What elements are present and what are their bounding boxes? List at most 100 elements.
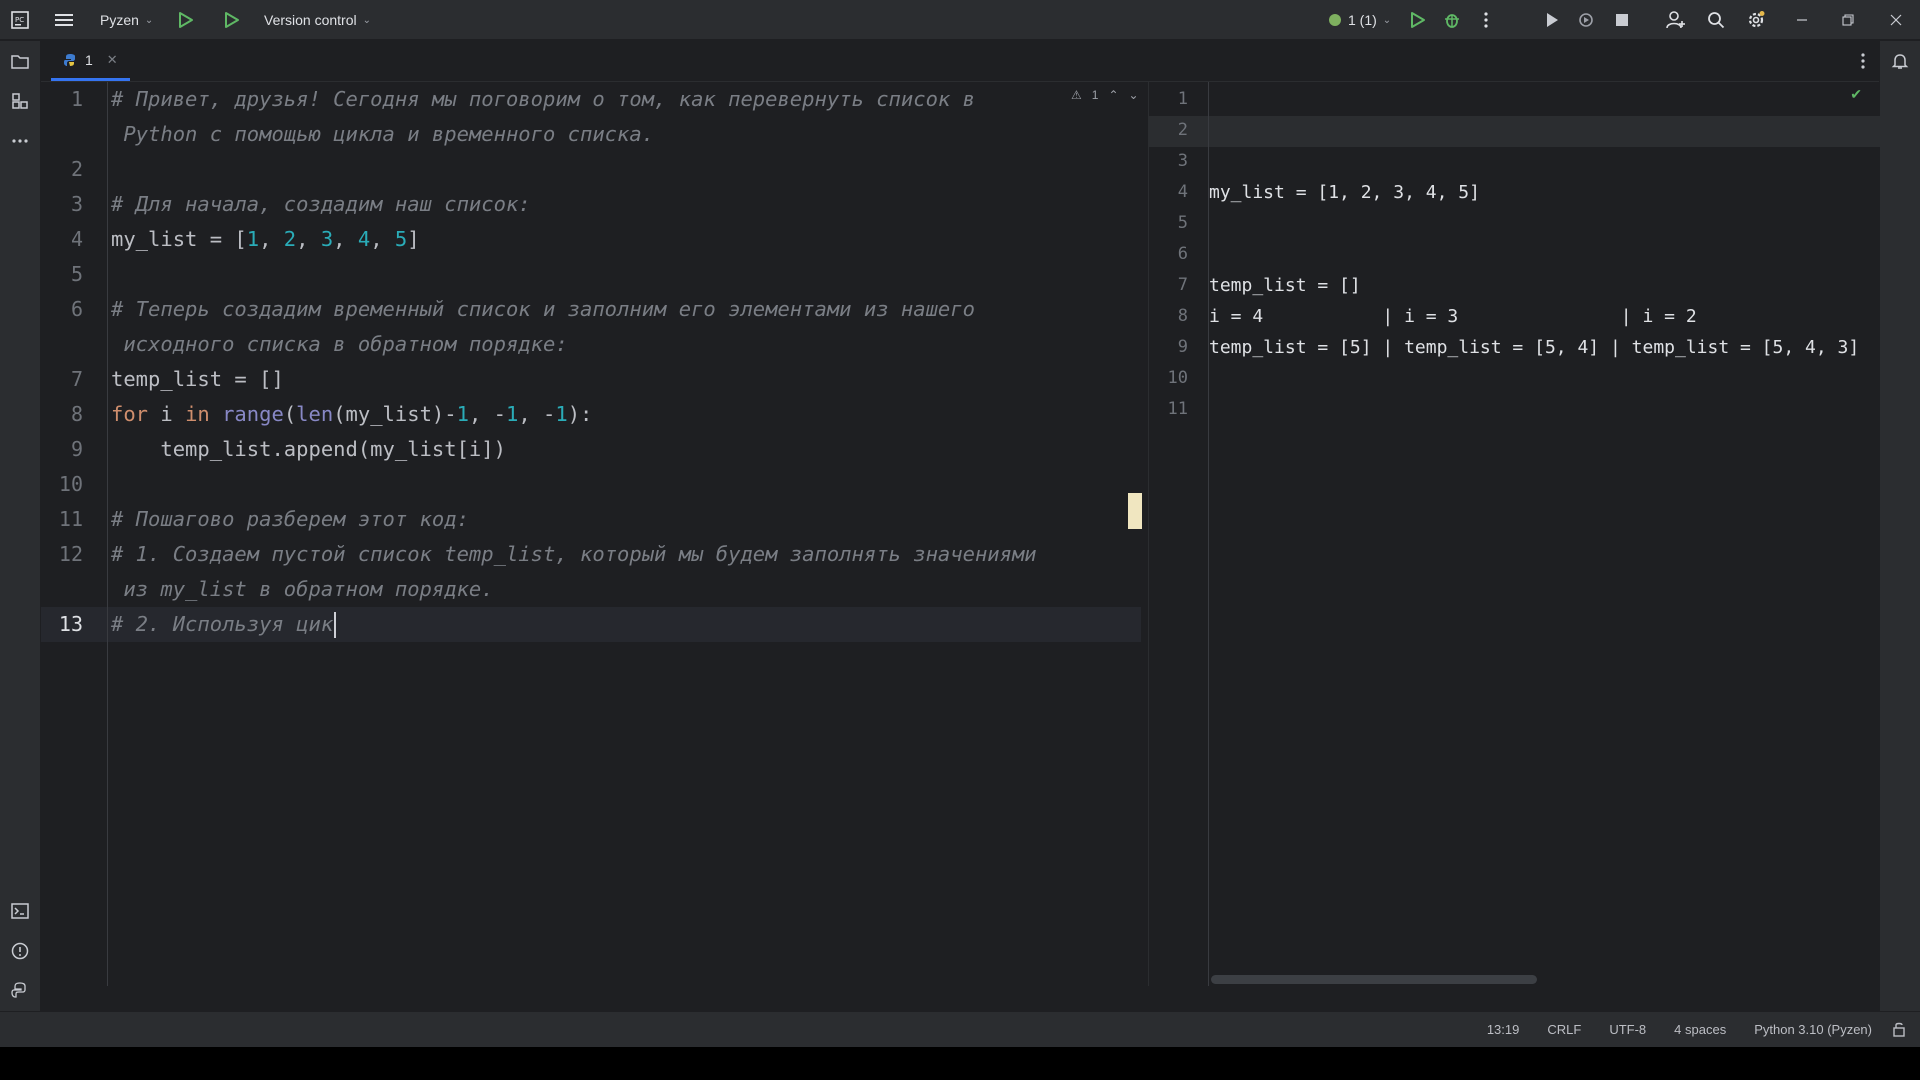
line-number: 3	[70, 192, 83, 216]
tab-options-icon[interactable]	[1851, 49, 1875, 73]
code-token: ,	[370, 227, 395, 251]
code-line[interactable]: temp_list = []	[111, 362, 284, 397]
code-token: 3	[320, 227, 334, 251]
chevron-down-icon[interactable]: ⌄	[1129, 88, 1139, 102]
more-tool-windows-icon[interactable]	[8, 129, 32, 153]
pycharm-logo-icon[interactable]: PC	[8, 8, 32, 32]
result-line: i = 4 | i = 3 | i = 2	[1209, 306, 1697, 327]
run-config-selector[interactable]: 1 (1) ⌄	[1328, 0, 1391, 40]
run-project-icon[interactable]	[174, 8, 198, 32]
code-editor[interactable]: 1 2 3 4 5 6 7 8 9 10 11 12 13 # Привет, друзья! Сего…	[41, 82, 1142, 986]
code-line[interactable]: # Пошагово разберем этот код:	[111, 502, 469, 537]
python-interpreter[interactable]: Python 3.10 (Pyzen)	[1754, 1022, 1872, 1037]
code-token: 2	[283, 227, 297, 251]
code-token: ,	[296, 227, 321, 251]
project-selector[interactable]: Pyzen ⌄	[100, 0, 153, 40]
code-token: исходного списка в обратном порядке:	[111, 332, 568, 356]
code-line[interactable]: my_list = [1, 2, 3, 4, 5]	[111, 222, 420, 257]
editor-tab-bar: 1 ✕	[41, 41, 1879, 82]
svg-text:PC: PC	[15, 16, 24, 24]
stop-icon[interactable]	[1610, 8, 1634, 32]
run-current-file-icon[interactable]	[220, 8, 244, 32]
code-token: # Для начала, создадим наш список:	[111, 192, 531, 216]
code-token: # Привет, друзья! Сегодня мы поговорим о…	[111, 87, 975, 111]
code-token: 1	[456, 402, 469, 426]
code-line[interactable]: из my_list в обратном порядке.	[111, 572, 493, 607]
result-line-number: 10	[1167, 368, 1188, 388]
code-line[interactable]: temp_list.append(my_list[i])	[111, 432, 506, 467]
version-control-label: Version control	[264, 12, 357, 28]
code-line[interactable]: исходного списка в обратном порядке:	[111, 327, 568, 362]
code-token: # Теперь создадим временный список и зап…	[111, 297, 975, 321]
warning-icon: ⚠	[1071, 88, 1082, 102]
text-caret	[334, 612, 337, 638]
result-line-number: 11	[1167, 399, 1188, 419]
result-line-number: 3	[1177, 151, 1188, 171]
profile-icon[interactable]	[1574, 8, 1598, 32]
debug-icon[interactable]	[1440, 8, 1464, 32]
run-icon[interactable]	[1406, 8, 1430, 32]
settings-gear-icon[interactable]	[1744, 8, 1768, 32]
code-token: in	[185, 402, 210, 426]
scrollbar-marker[interactable]	[1128, 493, 1142, 529]
code-line[interactable]: # Привет, друзья! Сегодня мы поговорим о…	[111, 82, 975, 117]
caret-position[interactable]: 13:19	[1487, 1022, 1520, 1037]
code-token: (my_list)-	[333, 402, 457, 426]
project-name: Pyzen	[100, 12, 139, 28]
code-token: range	[222, 402, 284, 426]
code-line[interactable]: Python с помощью цикла и временного спис…	[111, 117, 654, 152]
close-window-icon[interactable]	[1884, 8, 1908, 32]
lock-icon[interactable]	[1892, 1021, 1906, 1040]
notifications-bell-icon[interactable]	[1888, 49, 1912, 73]
search-icon[interactable]	[1704, 8, 1728, 32]
indent-setting[interactable]: 4 spaces	[1674, 1022, 1726, 1037]
python-packages-icon[interactable]	[8, 979, 32, 1003]
main-menu-icon[interactable]	[52, 8, 76, 32]
line-number: 2	[70, 157, 83, 181]
chevron-down-icon: ⌄	[144, 14, 154, 26]
line-number: 12	[58, 542, 83, 566]
code-token: 1	[246, 227, 260, 251]
code-token: ,	[333, 227, 358, 251]
inspection-widget[interactable]: ⚠ 1 ⌃ ⌄	[1071, 88, 1139, 102]
code-token: Python с помощью цикла и временного спис…	[111, 122, 655, 146]
line-number: 10	[58, 472, 83, 496]
run-with-coverage-icon[interactable]	[1540, 8, 1564, 32]
more-actions-icon[interactable]	[1474, 8, 1498, 32]
chevron-up-icon[interactable]: ⌃	[1108, 88, 1118, 102]
code-line[interactable]: # Теперь создадим временный список и зап…	[111, 292, 975, 327]
restore-icon[interactable]	[1836, 8, 1860, 32]
line-number: 7	[70, 367, 83, 391]
version-control-menu[interactable]: Version control ⌄	[264, 0, 371, 40]
code-line[interactable]: for i in range(len(my_list)-1, -1, -1):	[111, 397, 592, 432]
structure-icon[interactable]	[8, 89, 32, 113]
code-token: i	[148, 402, 186, 426]
problems-icon[interactable]	[8, 939, 32, 963]
status-bar: 13:19 CRLF UTF-8 4 spaces Python 3.10 (P…	[0, 1011, 1920, 1047]
code-token: # Пошагово разберем этот код:	[111, 507, 469, 531]
tab-file-1[interactable]: 1 ✕	[51, 41, 130, 81]
result-line-number: 6	[1177, 244, 1188, 264]
code-token: temp_list = []	[111, 367, 284, 391]
file-encoding[interactable]: UTF-8	[1609, 1022, 1646, 1037]
result-line-number: 2	[1177, 120, 1188, 140]
horizontal-scrollbar[interactable]	[1211, 975, 1537, 984]
line-number: 9	[70, 437, 83, 461]
chevron-down-icon: ⌄	[362, 14, 371, 26]
line-number: 11	[58, 507, 83, 531]
project-folder-icon[interactable]	[8, 49, 32, 73]
code-line[interactable]: # 1. Создаем пустой список temp_list, ко…	[111, 537, 1037, 572]
add-user-icon[interactable]	[1664, 8, 1688, 32]
terminal-icon[interactable]	[8, 899, 32, 923]
line-number: 1	[70, 87, 83, 111]
minimize-icon[interactable]	[1790, 8, 1814, 32]
code-token: # 1. Создаем пустой список temp_list, ко…	[111, 542, 1037, 566]
python-icon	[1329, 14, 1341, 26]
tab-close-icon[interactable]: ✕	[107, 52, 118, 68]
code-line[interactable]: # 2. Используя цик	[111, 607, 337, 642]
line-number: 13	[58, 612, 83, 636]
line-separator[interactable]: CRLF	[1547, 1022, 1581, 1037]
tab-label: 1	[85, 51, 93, 68]
code-line[interactable]: # Для начала, создадим наш список:	[111, 187, 531, 222]
run-config-label: 1 (1)	[1348, 12, 1377, 28]
